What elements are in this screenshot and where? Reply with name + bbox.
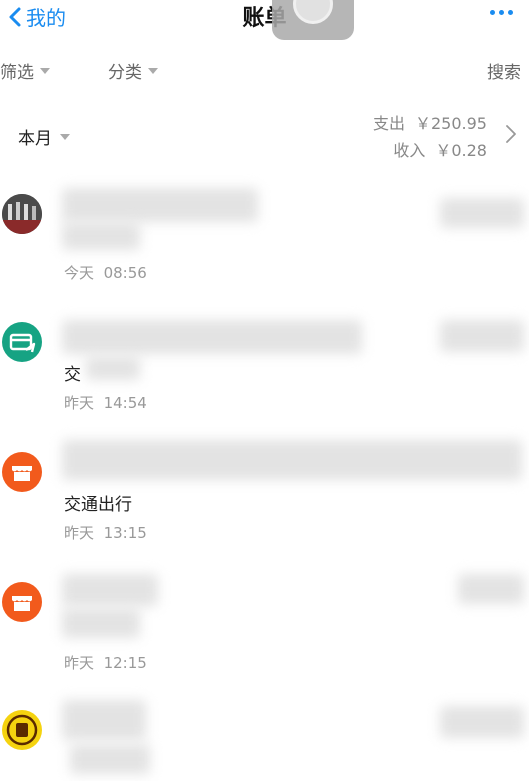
filter-bar: 筛选 分类 搜索 <box>0 58 529 84</box>
transaction-date: 昨天 <box>64 394 95 412</box>
assistive-touch-icon <box>293 0 333 24</box>
transaction-clock: 13:15 <box>103 524 147 542</box>
redacted-amount <box>440 706 524 738</box>
nav-bar: 我的 账单 <box>0 0 529 40</box>
shop-glyph <box>12 466 32 481</box>
brand-logo-icon <box>2 710 42 750</box>
expense-value: ￥250.95 <box>415 114 487 133</box>
expense-row: 支出 ￥250.95 <box>363 110 487 137</box>
shop-icon <box>2 452 42 492</box>
month-label: 本月 <box>18 129 52 149</box>
transaction-clock: 12:15 <box>103 654 147 672</box>
chevron-right-icon[interactable] <box>505 124 517 144</box>
more-button[interactable] <box>490 10 513 15</box>
redacted-merchant-text <box>70 744 150 774</box>
list-item[interactable]: 交通出行 昨天 13:15 <box>0 440 529 570</box>
redacted-merchant-text <box>62 700 146 740</box>
income-row: 收入 ￥0.28 <box>363 137 487 164</box>
redacted-merchant-text <box>62 188 258 222</box>
transfer-card-glyph <box>9 333 36 353</box>
month-selector[interactable]: 本月 <box>18 124 70 149</box>
income-value: ￥0.28 <box>435 141 487 160</box>
category-label: 分类 <box>108 63 142 83</box>
list-item[interactable]: 昨天 12:15 <box>0 570 529 700</box>
redacted-amount <box>440 198 524 228</box>
transaction-date: 今天 <box>64 264 95 282</box>
list-item[interactable]: 今天 08:56 <box>0 180 529 310</box>
merchant-name: 交通出行 <box>64 495 132 515</box>
transaction-time: 昨天 14:54 <box>64 392 147 413</box>
transaction-date: 昨天 <box>64 524 95 542</box>
transaction-clock: 08:56 <box>103 264 147 282</box>
more-dot-icon <box>499 10 504 15</box>
photo-avatar <box>2 194 42 234</box>
shop-glyph <box>12 596 32 611</box>
redacted-merchant-text <box>62 574 158 606</box>
assistive-touch-button[interactable] <box>272 0 354 40</box>
filter-label: 筛选 <box>0 63 34 83</box>
income-label: 收入 <box>393 141 426 160</box>
category-dropdown[interactable]: 分类 <box>108 58 158 83</box>
merchant-name: 交 <box>64 365 81 385</box>
redacted-merchant-text <box>62 608 140 638</box>
month-summary: 支出 ￥250.95 收入 ￥0.28 <box>363 110 487 164</box>
search-button[interactable]: 搜索 <box>487 58 521 83</box>
redacted-merchant-text <box>86 356 140 380</box>
shop-icon <box>2 582 42 622</box>
more-dot-icon <box>490 10 495 15</box>
transfer-card-icon <box>2 322 42 362</box>
page-title: 账单 <box>242 6 287 31</box>
redacted-amount <box>440 320 524 352</box>
transaction-date: 昨天 <box>64 654 95 672</box>
transaction-time: 昨天 12:15 <box>64 652 147 673</box>
caret-down-icon <box>148 67 158 74</box>
caret-down-icon <box>60 133 70 140</box>
caret-down-icon <box>40 67 50 74</box>
list-item[interactable]: 交 昨天 14:54 <box>0 310 529 440</box>
redacted-merchant-text <box>62 440 522 480</box>
photo-avatar-icon <box>2 194 42 234</box>
brand-logo-glyph <box>6 714 38 746</box>
transaction-time: 今天 08:56 <box>64 262 147 283</box>
redacted-merchant-text <box>62 320 362 354</box>
transaction-clock: 14:54 <box>103 394 147 412</box>
filter-dropdown[interactable]: 筛选 <box>0 58 50 83</box>
list-item[interactable] <box>0 700 529 781</box>
expense-label: 支出 <box>372 114 405 133</box>
transaction-time: 昨天 13:15 <box>64 522 147 543</box>
more-dot-icon <box>508 10 513 15</box>
redacted-merchant-text <box>62 222 140 250</box>
redacted-amount <box>458 574 524 604</box>
